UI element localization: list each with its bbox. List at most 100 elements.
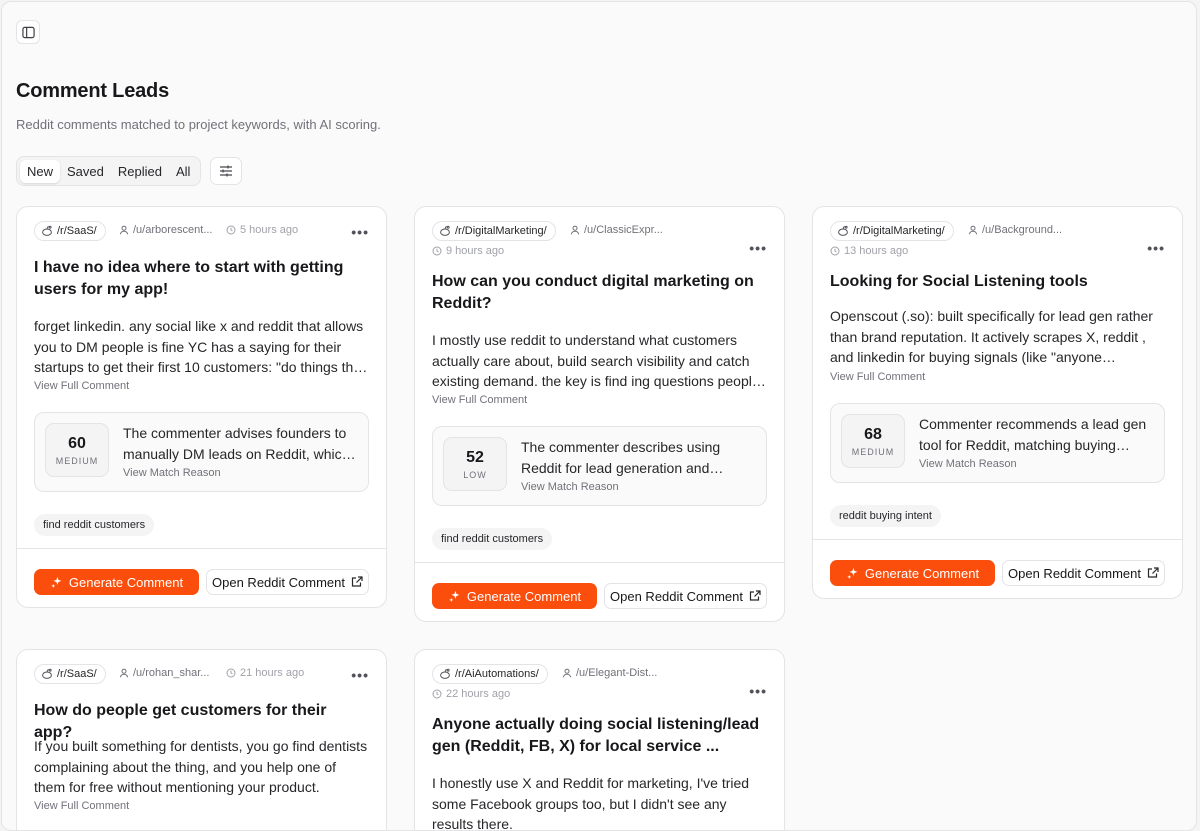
more-options-button[interactable]: ••• — [749, 243, 767, 253]
post-title[interactable]: Anyone actually doing social listening/l… — [432, 714, 767, 758]
clock-icon — [226, 225, 236, 235]
more-options-button[interactable]: ••• — [1147, 243, 1165, 253]
comment-body: forget linkedin. any social like x and r… — [34, 316, 369, 378]
author[interactable]: /u/arborescent... — [119, 224, 213, 236]
open-reddit-comment-button[interactable]: Open Reddit Comment — [206, 569, 369, 595]
view-full-comment-link[interactable]: View Full Comment — [34, 380, 129, 392]
reddit-icon — [439, 225, 451, 237]
open-reddit-comment-button[interactable]: Open Reddit Comment — [604, 583, 767, 609]
subreddit-label: /r/AiAutomations/ — [455, 668, 539, 680]
view-match-reason-link[interactable]: View Match Reason — [123, 467, 221, 479]
open-reddit-comment-label: Open Reddit Comment — [212, 575, 345, 590]
clock-icon — [432, 246, 442, 256]
page-subtitle: Reddit comments matched to project keywo… — [16, 117, 381, 132]
score-level: LOW — [463, 470, 487, 480]
time-label: 9 hours ago — [446, 245, 504, 257]
more-options-button[interactable]: ••• — [351, 227, 369, 237]
match-score-panel: 68 MEDIUM Commenter recommends a lead ge… — [830, 403, 1165, 483]
match-reason: The commenter advises founders to manual… — [123, 423, 358, 464]
card-meta: /r/DigitalMarketing/ /u/Background... ••… — [830, 221, 1165, 243]
external-link-icon — [1147, 567, 1159, 579]
app-window: Comment Leads Reddit comments matched to… — [1, 1, 1197, 831]
lead-card: /r/DigitalMarketing/ /u/ClassicExpr... •… — [414, 206, 785, 622]
keyword-tag: find reddit customers — [432, 528, 552, 550]
filter-button[interactable] — [210, 157, 242, 185]
sparkles-icon — [448, 590, 461, 603]
sliders-icon — [219, 164, 233, 178]
score-badge: 68 MEDIUM — [841, 414, 905, 468]
clock-icon — [432, 689, 442, 699]
comment-body: I mostly use reddit to understand what c… — [432, 330, 767, 392]
view-full-comment-link[interactable]: View Full Comment — [34, 800, 129, 812]
timestamp: 22 hours ago — [432, 688, 510, 700]
more-options-button[interactable]: ••• — [351, 670, 369, 680]
subreddit-chip[interactable]: /r/DigitalMarketing/ — [432, 221, 556, 241]
sparkles-icon — [846, 567, 859, 580]
more-options-button[interactable]: ••• — [749, 686, 767, 696]
subreddit-label: /r/SaaS/ — [57, 668, 97, 680]
author-label: /u/ClassicExpr... — [584, 224, 663, 236]
generate-comment-button[interactable]: Generate Comment — [830, 560, 995, 586]
keyword-tag: find reddit customers — [34, 514, 154, 536]
author[interactable]: /u/Background... — [968, 224, 1062, 236]
subreddit-label: /r/DigitalMarketing/ — [455, 225, 547, 237]
subreddit-chip[interactable]: /r/AiAutomations/ — [432, 664, 548, 684]
view-full-comment-link[interactable]: View Full Comment — [830, 371, 925, 383]
card-meta: /r/SaaS/ /u/arborescent... 5 hours ago •… — [34, 221, 369, 243]
score-level: MEDIUM — [852, 447, 895, 457]
lead-card: /r/SaaS/ /u/arborescent... 5 hours ago •… — [16, 206, 387, 608]
open-reddit-comment-button[interactable]: Open Reddit Comment — [1002, 560, 1165, 586]
reddit-icon — [439, 668, 451, 680]
author-label: /u/arborescent... — [133, 224, 213, 236]
post-title[interactable]: Looking for Social Listening tools — [830, 271, 1165, 293]
post-title[interactable]: I have no idea where to start with getti… — [34, 257, 369, 301]
comment-body: If you built something for dentists, you… — [34, 736, 369, 798]
match-reason: Commenter recommends a lead gen tool for… — [919, 414, 1154, 455]
generate-comment-button[interactable]: Generate Comment — [432, 583, 597, 609]
time-label: 21 hours ago — [240, 667, 304, 679]
open-reddit-comment-label: Open Reddit Comment — [610, 589, 743, 604]
generate-comment-label: Generate Comment — [865, 566, 979, 581]
time-label: 13 hours ago — [844, 245, 908, 257]
match-reason: The commenter describes using Reddit for… — [521, 437, 756, 478]
author[interactable]: /u/rohan_shar... — [119, 667, 209, 679]
card-divider — [813, 539, 1182, 540]
tab-new[interactable]: New — [20, 160, 60, 183]
timestamp: 21 hours ago — [226, 667, 304, 679]
timestamp: 9 hours ago — [432, 245, 504, 257]
time-label: 22 hours ago — [446, 688, 510, 700]
view-full-comment-link[interactable]: View Full Comment — [432, 394, 527, 406]
tab-saved[interactable]: Saved — [60, 160, 111, 183]
author-label: /u/Elegant-Dist... — [576, 667, 657, 679]
subreddit-chip[interactable]: /r/SaaS/ — [34, 221, 106, 241]
tab-all[interactable]: All — [169, 160, 197, 183]
author[interactable]: /u/Elegant-Dist... — [562, 667, 657, 679]
author[interactable]: /u/ClassicExpr... — [570, 224, 663, 236]
external-link-icon — [351, 576, 363, 588]
author-label: /u/rohan_shar... — [133, 667, 209, 679]
generate-comment-button[interactable]: Generate Comment — [34, 569, 199, 595]
timestamp: 5 hours ago — [226, 224, 298, 236]
lead-card: /r/SaaS/ /u/rohan_shar... 21 hours ago •… — [16, 649, 387, 831]
time-label: 5 hours ago — [240, 224, 298, 236]
lead-card: /r/DigitalMarketing/ /u/Background... ••… — [812, 206, 1183, 599]
comment-body: I honestly use X and Reddit for marketin… — [432, 773, 767, 831]
comment-body: Openscout (.so): built specifically for … — [830, 306, 1165, 368]
post-title[interactable]: How can you conduct digital marketing on… — [432, 271, 767, 315]
view-match-reason-link[interactable]: View Match Reason — [919, 458, 1017, 470]
score-badge: 52 LOW — [443, 437, 507, 491]
generate-comment-label: Generate Comment — [467, 589, 581, 604]
timestamp: 13 hours ago — [830, 245, 908, 257]
tab-replied[interactable]: Replied — [111, 160, 169, 183]
score-value: 60 — [68, 435, 86, 453]
match-score-panel: 60 MEDIUM The commenter advises founders… — [34, 412, 369, 492]
reddit-icon — [41, 668, 53, 680]
sidebar-toggle-button[interactable] — [16, 20, 40, 44]
sidebar-icon — [22, 26, 35, 39]
subreddit-chip[interactable]: /r/SaaS/ — [34, 664, 106, 684]
view-match-reason-link[interactable]: View Match Reason — [521, 481, 619, 493]
user-icon — [570, 225, 580, 235]
author-label: /u/Background... — [982, 224, 1062, 236]
subreddit-chip[interactable]: /r/DigitalMarketing/ — [830, 221, 954, 241]
user-icon — [968, 225, 978, 235]
